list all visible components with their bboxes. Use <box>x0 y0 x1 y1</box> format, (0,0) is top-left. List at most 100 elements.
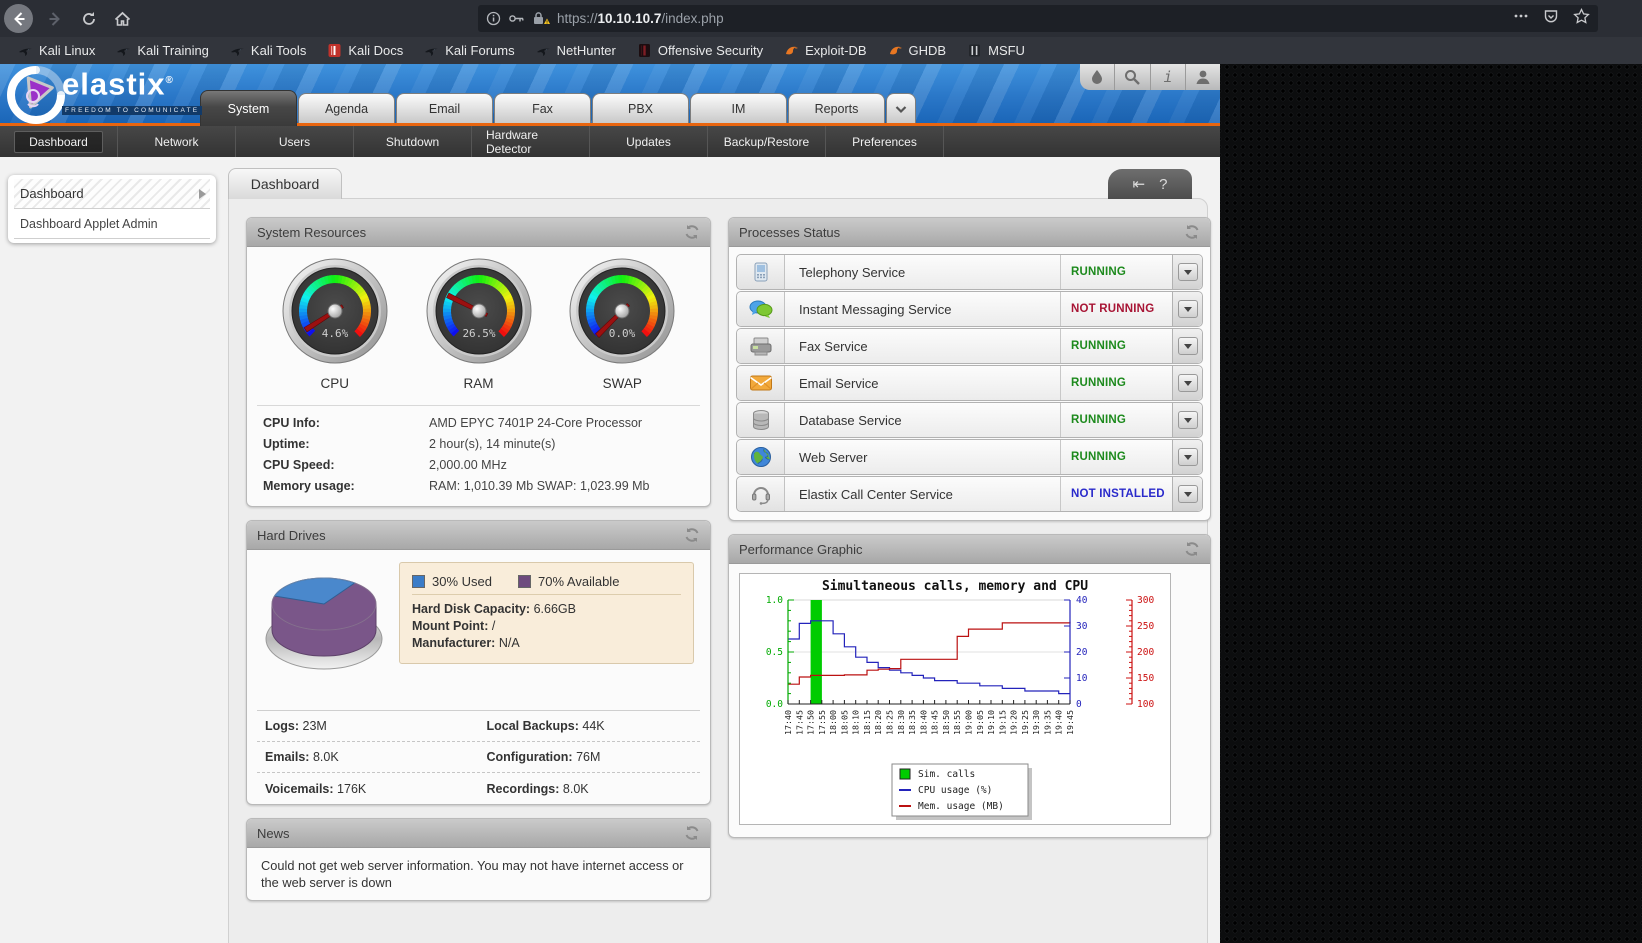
hard-drives-panel: Hard Drives 30% Used70% Available <box>246 520 711 805</box>
process-dropdown-button[interactable] <box>1172 440 1202 474</box>
exploitdb-bird-icon <box>784 43 799 58</box>
panel-title: News <box>257 826 684 841</box>
subnav-item-shutdown[interactable]: Shutdown <box>354 126 472 157</box>
reload-icon[interactable] <box>74 4 103 33</box>
bookmark-item[interactable]: NetHunter <box>536 43 616 58</box>
bookmark-star-icon[interactable] <box>1573 8 1590 29</box>
tab-email[interactable]: Email <box>396 93 493 123</box>
disk-stat-row: Emails: 8.0KConfiguration: 76M <box>257 742 700 773</box>
tab-im[interactable]: IM <box>690 93 787 123</box>
process-dropdown-button[interactable] <box>1172 403 1202 437</box>
process-name: Telephony Service <box>785 255 1060 289</box>
elastix-header: elastix® FREEDOM TO COMUNICATE i SystemA… <box>0 64 1220 126</box>
sidebar-item-dashboard-applet-admin[interactable]: Dashboard Applet Admin <box>14 209 210 239</box>
process-dropdown-button[interactable] <box>1172 292 1202 326</box>
tab-fax[interactable]: Fax <box>494 93 591 123</box>
svg-text:18:45: 18:45 <box>930 710 940 735</box>
process-dropdown-button[interactable] <box>1172 255 1202 289</box>
gauge-cpu: 4.6%CPU <box>279 257 391 391</box>
bookmark-label: Kali Tools <box>251 43 306 58</box>
svg-text:20: 20 <box>1076 647 1088 658</box>
svg-text:17:50: 17:50 <box>806 710 816 735</box>
svg-text:300: 300 <box>1137 595 1154 606</box>
process-dropdown-button[interactable] <box>1172 329 1202 363</box>
bookmark-item[interactable]: Kali Forums <box>424 43 514 58</box>
svg-text:19:25: 19:25 <box>1020 710 1030 735</box>
back-icon[interactable] <box>4 4 33 33</box>
help-icon[interactable]: ? <box>1159 176 1167 193</box>
page-tab-dashboard[interactable]: Dashboard <box>228 168 342 199</box>
sidebar-item-dashboard[interactable]: Dashboard <box>14 179 210 209</box>
process-status: RUNNING <box>1060 255 1172 289</box>
elastix-logo[interactable]: elastix® FREEDOM TO COMUNICATE <box>6 66 202 129</box>
sidebar-item-label: Dashboard <box>20 186 84 201</box>
bookmark-item[interactable]: Kali Docs <box>327 43 403 58</box>
bookmark-item[interactable]: MSFU <box>967 43 1025 58</box>
legend-label: 70% Available <box>538 574 619 589</box>
url-text[interactable]: https://10.10.10.7/index.php <box>557 11 1505 26</box>
refresh-icon[interactable] <box>684 224 700 240</box>
tab-reports[interactable]: Reports <box>788 93 885 123</box>
subnav-item-preferences[interactable]: Preferences <box>826 126 944 157</box>
logo-name: elastix® <box>62 66 202 99</box>
process-status: RUNNING <box>1060 329 1172 363</box>
bookmark-item[interactable]: Exploit-DB <box>784 43 866 58</box>
svg-text:18:30: 18:30 <box>896 710 906 735</box>
bookmark-item[interactable]: Kali Training <box>116 43 209 58</box>
refresh-icon[interactable] <box>1184 224 1200 240</box>
page-actions-icon[interactable] <box>1513 8 1529 29</box>
process-status: RUNNING <box>1060 366 1172 400</box>
bookmark-item[interactable]: Kali Tools <box>230 43 306 58</box>
svg-text:10: 10 <box>1076 673 1088 684</box>
subnav-item-hardware-detector[interactable]: Hardware Detector <box>472 126 590 157</box>
forward-icon[interactable] <box>40 4 69 33</box>
process-dropdown-button[interactable] <box>1172 366 1202 400</box>
panel-title: Hard Drives <box>257 528 684 543</box>
droplet-icon[interactable] <box>1080 64 1115 90</box>
elastix-logo-icon <box>6 66 68 129</box>
subnav-item-backup-restore[interactable]: Backup/Restore <box>708 126 826 157</box>
tab-pbx[interactable]: PBX <box>592 93 689 123</box>
subnav-item-network[interactable]: Network <box>118 126 236 157</box>
bookmark-label: GHDB <box>909 43 947 58</box>
gauge-label: RAM <box>423 376 535 391</box>
disk-stats-table: Logs: 23MLocal Backups: 44KEmails: 8.0KC… <box>257 710 700 804</box>
svg-text:0.0: 0.0 <box>766 699 783 710</box>
refresh-icon[interactable] <box>684 825 700 841</box>
key-icon[interactable] <box>508 12 525 25</box>
subnav-item-users[interactable]: Users <box>236 126 354 157</box>
system-resources-header: System Resources <box>247 218 710 247</box>
svg-text:18:05: 18:05 <box>839 710 849 735</box>
info-icon[interactable]: i <box>1151 64 1186 90</box>
lock-warning-icon[interactable] <box>532 11 550 26</box>
svg-text:17:40: 17:40 <box>783 710 793 735</box>
chevron-down-icon[interactable] <box>886 93 916 123</box>
search-icon[interactable] <box>1115 64 1150 90</box>
svg-text:18:25: 18:25 <box>885 710 895 735</box>
disk-legend-item: 70% Available <box>518 574 619 589</box>
svg-text:17:45: 17:45 <box>794 710 804 735</box>
subnav-item-updates[interactable]: Updates <box>590 126 708 157</box>
refresh-icon[interactable] <box>684 527 700 543</box>
process-rows: Telephony Service RUNNING Instant Messag… <box>729 247 1210 520</box>
disk-legend-box: 30% Used70% Available Hard Disk Capacity… <box>399 562 694 664</box>
bookmark-item[interactable]: Kali Linux <box>18 43 95 58</box>
pocket-shield-icon[interactable] <box>1543 8 1559 29</box>
gauges-row: 4.6%CPU 26.5%RAM 0.0%SWAP <box>247 247 710 391</box>
user-icon[interactable] <box>1186 64 1220 90</box>
tab-system[interactable]: System <box>200 90 297 126</box>
collapse-panel-icon[interactable]: ⇤ <box>1133 175 1146 193</box>
processes-status-panel: Processes Status Telephony Service RUNNI… <box>728 217 1211 521</box>
bookmark-item[interactable]: GHDB <box>888 43 947 58</box>
bookmark-item[interactable]: Offensive Security <box>637 43 763 58</box>
subnav-item-dashboard[interactable]: Dashboard <box>0 126 118 157</box>
svg-text:18:35: 18:35 <box>907 710 917 735</box>
tab-agenda[interactable]: Agenda <box>298 93 395 123</box>
info-circle-icon[interactable] <box>486 11 501 26</box>
url-bar[interactable]: https://10.10.10.7/index.php <box>478 5 1598 32</box>
home-icon[interactable] <box>108 4 137 33</box>
process-dropdown-button[interactable] <box>1172 477 1202 511</box>
process-name: Elastix Call Center Service <box>785 477 1060 511</box>
refresh-icon[interactable] <box>1184 541 1200 557</box>
svg-text:0: 0 <box>1076 699 1082 710</box>
